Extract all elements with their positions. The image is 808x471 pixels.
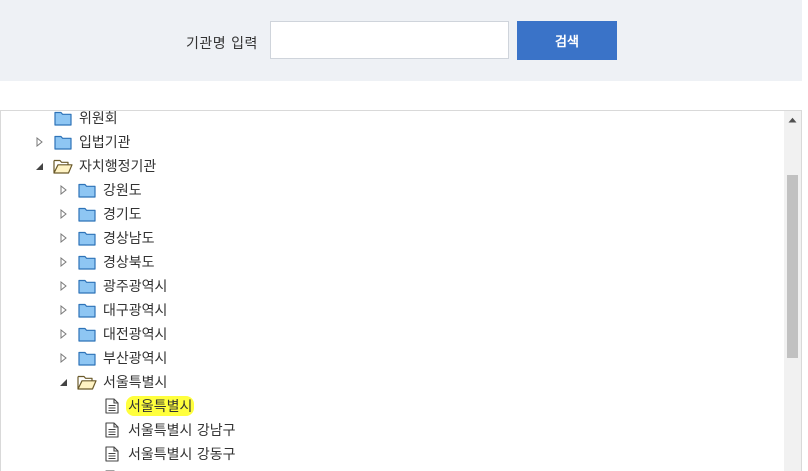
collapsed-arrow-icon[interactable] bbox=[58, 300, 68, 320]
tree-leaf-item[interactable]: 서울특별시 강동구 bbox=[83, 444, 236, 464]
tree-item-label[interactable]: 서울특별시 bbox=[103, 372, 167, 392]
toggle-spacer bbox=[83, 420, 93, 440]
tree-item-label[interactable]: 서울특별시 강동구 bbox=[128, 444, 236, 464]
tree-item-label[interactable]: 위원회 bbox=[79, 111, 118, 128]
collapsed-arrow-icon[interactable] bbox=[58, 228, 68, 248]
tree-folder-item[interactable]: 대전광역시 bbox=[58, 324, 167, 344]
vertical-scrollbar[interactable] bbox=[784, 111, 801, 471]
search-label: 기관명 입력 bbox=[186, 36, 258, 52]
tree-item-label[interactable]: 경상북도 bbox=[103, 252, 155, 272]
folder-icon bbox=[77, 276, 97, 296]
document-icon bbox=[102, 444, 122, 464]
tree-folder-item[interactable]: 입법기관 bbox=[34, 132, 131, 152]
tree-folder-item[interactable]: 부산광역시 bbox=[58, 348, 167, 368]
search-button[interactable]: 검색 bbox=[517, 21, 617, 60]
folder-icon bbox=[77, 252, 97, 272]
tree-item-label[interactable]: 경기도 bbox=[103, 204, 142, 224]
expanded-arrow-icon[interactable] bbox=[58, 372, 68, 392]
tree-item-label[interactable]: 입법기관 bbox=[79, 132, 131, 152]
tree-folder-item[interactable]: 자치행정기관 bbox=[34, 156, 156, 176]
collapsed-arrow-icon[interactable] bbox=[58, 204, 68, 224]
tree-item-label[interactable]: 서울특별시 강남구 bbox=[128, 420, 236, 440]
tree-folder-item[interactable]: 경상남도 bbox=[58, 228, 155, 248]
tree-item-label[interactable]: 광주광역시 bbox=[103, 276, 167, 296]
tree-item-label[interactable]: 부산광역시 bbox=[103, 348, 167, 368]
folder-icon bbox=[77, 300, 97, 320]
tree-item-label[interactable]: 대전광역시 bbox=[103, 324, 167, 344]
collapsed-arrow-icon[interactable] bbox=[34, 132, 44, 152]
folder-icon bbox=[77, 180, 97, 200]
tree-leaf-item[interactable]: 서울특별시 강남구 bbox=[83, 420, 236, 440]
scroll-up-arrow-icon[interactable] bbox=[784, 111, 801, 128]
tree-item-label[interactable]: 대구광역시 bbox=[103, 300, 167, 320]
folder-icon bbox=[53, 111, 73, 128]
scroll-thumb[interactable] bbox=[787, 175, 798, 358]
tree-folder-item[interactable]: 광주광역시 bbox=[58, 276, 167, 296]
tree-folder-item[interactable]: 서울특별시 bbox=[58, 372, 167, 392]
search-input[interactable] bbox=[270, 21, 509, 59]
folder-icon bbox=[77, 348, 97, 368]
toggle-spacer bbox=[34, 111, 44, 128]
collapsed-arrow-icon[interactable] bbox=[58, 180, 68, 200]
folder-open-icon bbox=[77, 372, 97, 392]
folder-icon bbox=[77, 324, 97, 344]
toggle-spacer bbox=[83, 444, 93, 464]
collapsed-arrow-icon[interactable] bbox=[58, 252, 68, 272]
folder-icon bbox=[77, 228, 97, 248]
collapsed-arrow-icon[interactable] bbox=[58, 348, 68, 368]
folder-icon bbox=[77, 204, 97, 224]
tree-folder-item[interactable]: 경기도 bbox=[58, 204, 142, 224]
search-bar: 기관명 입력 검색 bbox=[0, 0, 802, 81]
organization-tree[interactable]: 위원회입법기관자치행정기관강원도경기도경상남도경상북도광주광역시대구광역시대전광… bbox=[0, 110, 802, 471]
tree-folder-item[interactable]: 위원회 bbox=[34, 111, 118, 128]
folder-open-icon bbox=[53, 156, 73, 176]
tree-folder-item[interactable]: 경상북도 bbox=[58, 252, 155, 272]
document-icon bbox=[102, 396, 122, 416]
collapsed-arrow-icon[interactable] bbox=[58, 324, 68, 344]
toggle-spacer bbox=[83, 396, 93, 416]
tree-leaf-item[interactable]: 서울특별시 bbox=[83, 396, 195, 416]
tree-item-label[interactable]: 경상남도 bbox=[103, 228, 155, 248]
tree-folder-item[interactable]: 대구광역시 bbox=[58, 300, 167, 320]
collapsed-arrow-icon[interactable] bbox=[58, 276, 68, 296]
tree-item-label[interactable]: 강원도 bbox=[103, 180, 142, 200]
folder-icon bbox=[53, 132, 73, 152]
tree-folder-item[interactable]: 강원도 bbox=[58, 180, 142, 200]
document-icon bbox=[102, 420, 122, 440]
tree-item-label[interactable]: 자치행정기관 bbox=[79, 156, 156, 176]
expanded-arrow-icon[interactable] bbox=[34, 156, 44, 176]
tree-item-label[interactable]: 서울특별시 bbox=[126, 396, 195, 416]
